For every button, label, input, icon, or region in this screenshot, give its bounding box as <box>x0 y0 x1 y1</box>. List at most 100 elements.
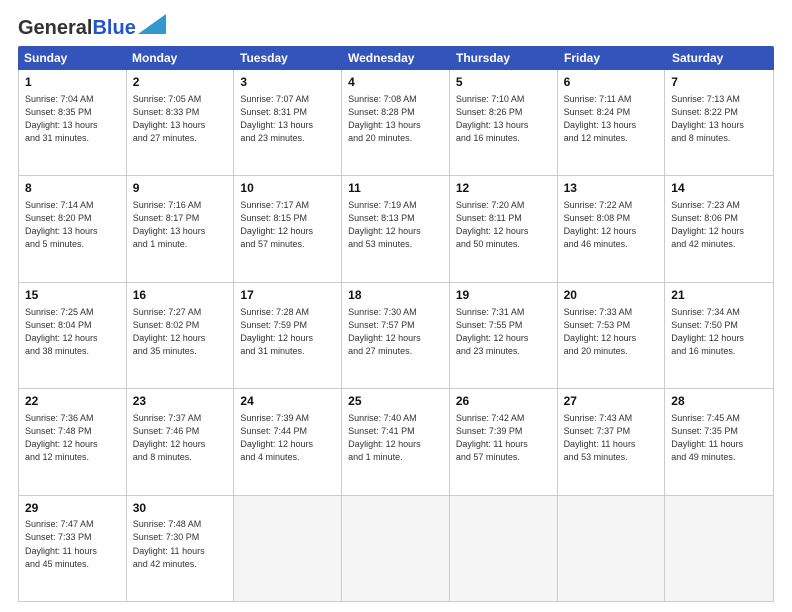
day-number: 12 <box>456 180 551 197</box>
calendar-cell: 27Sunrise: 7:43 AM Sunset: 7:37 PM Dayli… <box>558 389 666 494</box>
day-number: 9 <box>133 180 228 197</box>
day-info: Sunrise: 7:27 AM Sunset: 8:02 PM Dayligh… <box>133 306 228 358</box>
header-wednesday: Wednesday <box>342 46 450 70</box>
day-info: Sunrise: 7:23 AM Sunset: 8:06 PM Dayligh… <box>671 199 767 251</box>
calendar-cell: 14Sunrise: 7:23 AM Sunset: 8:06 PM Dayli… <box>665 176 773 281</box>
calendar-cell: 19Sunrise: 7:31 AM Sunset: 7:55 PM Dayli… <box>450 283 558 388</box>
day-number: 20 <box>564 287 659 304</box>
calendar-cell: 17 Sunrise: 7:28 AM Sunset: 7:59 PM Dayli… <box>234 283 342 388</box>
calendar-cell <box>234 496 342 601</box>
day-info: Sunrise: 7:20 AM Sunset: 8:11 PM Dayligh… <box>456 199 551 251</box>
day-number: 28 <box>671 393 767 410</box>
day-info: Sunrise: 7:31 AM Sunset: 7:55 PM Dayligh… <box>456 306 551 358</box>
day-info: Sunrise: 7:11 AM Sunset: 8:24 PM Dayligh… <box>564 93 659 145</box>
day-number: 22 <box>25 393 120 410</box>
calendar-cell: 16 Sunrise: 7:27 AM Sunset: 8:02 PM Dayli… <box>127 283 235 388</box>
day-info: Sunrise: 7:07 AM Sunset: 8:31 PM Dayligh… <box>240 93 335 145</box>
day-number: 26 <box>456 393 551 410</box>
calendar-cell: 29Sunrise: 7:47 AM Sunset: 7:33 PM Dayli… <box>19 496 127 601</box>
calendar-cell: 5 Sunrise: 7:10 AM Sunset: 8:26 PM Daylig… <box>450 70 558 175</box>
calendar-cell: 21 Sunrise: 7:34 AM Sunset: 7:50 PM Dayli… <box>665 283 773 388</box>
header-friday: Friday <box>558 46 666 70</box>
day-info: Sunrise: 7:33 AM Sunset: 7:53 PM Dayligh… <box>564 306 659 358</box>
calendar-row: 22 Sunrise: 7:36 AM Sunset: 7:48 PM Dayli… <box>19 389 773 495</box>
day-number: 2 <box>133 74 228 91</box>
calendar-row: 29Sunrise: 7:47 AM Sunset: 7:33 PM Dayli… <box>19 496 773 601</box>
day-info: Sunrise: 7:14 AM Sunset: 8:20 PM Dayligh… <box>25 199 120 251</box>
calendar-row: 1 Sunrise: 7:04 AM Sunset: 8:35 PM Daylig… <box>19 70 773 176</box>
day-info: Sunrise: 7:04 AM Sunset: 8:35 PM Dayligh… <box>25 93 120 145</box>
calendar-header: Sunday Monday Tuesday Wednesday Thursday… <box>18 46 774 70</box>
calendar-cell: 18 Sunrise: 7:30 AM Sunset: 7:57 PM Dayli… <box>342 283 450 388</box>
logo-text: GeneralBlue <box>18 18 136 38</box>
calendar-cell: 6 Sunrise: 7:11 AM Sunset: 8:24 PM Daylig… <box>558 70 666 175</box>
calendar-cell: 12 Sunrise: 7:20 AM Sunset: 8:11 PM Dayli… <box>450 176 558 281</box>
page: GeneralBlue Sunday Monday Tuesday Wednes… <box>0 0 792 612</box>
header-sunday: Sunday <box>18 46 126 70</box>
calendar-cell: 8Sunrise: 7:14 AM Sunset: 8:20 PM Daylig… <box>19 176 127 281</box>
day-info: Sunrise: 7:34 AM Sunset: 7:50 PM Dayligh… <box>671 306 767 358</box>
day-number: 17 <box>240 287 335 304</box>
day-number: 21 <box>671 287 767 304</box>
header-tuesday: Tuesday <box>234 46 342 70</box>
day-number: 27 <box>564 393 659 410</box>
calendar-cell: 30Sunrise: 7:48 AM Sunset: 7:30 PM Dayli… <box>127 496 235 601</box>
day-info: Sunrise: 7:37 AM Sunset: 7:46 PM Dayligh… <box>133 412 228 464</box>
day-info: Sunrise: 7:30 AM Sunset: 7:57 PM Dayligh… <box>348 306 443 358</box>
header: GeneralBlue <box>18 18 774 38</box>
calendar-cell: 10 Sunrise: 7:17 AM Sunset: 8:15 PM Dayli… <box>234 176 342 281</box>
day-info: Sunrise: 7:47 AM Sunset: 7:33 PM Dayligh… <box>25 518 120 570</box>
day-info: Sunrise: 7:19 AM Sunset: 8:13 PM Dayligh… <box>348 199 443 251</box>
logo-blue: Blue <box>92 17 135 39</box>
calendar-cell: 15 Sunrise: 7:25 AM Sunset: 8:04 PM Dayli… <box>19 283 127 388</box>
calendar-cell: 28 Sunrise: 7:45 AM Sunset: 7:35 PM Dayli… <box>665 389 773 494</box>
day-info: Sunrise: 7:13 AM Sunset: 8:22 PM Dayligh… <box>671 93 767 145</box>
day-info: Sunrise: 7:16 AM Sunset: 8:17 PM Dayligh… <box>133 199 228 251</box>
calendar-body: 1 Sunrise: 7:04 AM Sunset: 8:35 PM Daylig… <box>18 70 774 602</box>
day-number: 10 <box>240 180 335 197</box>
calendar-cell: 13Sunrise: 7:22 AM Sunset: 8:08 PM Dayli… <box>558 176 666 281</box>
header-monday: Monday <box>126 46 234 70</box>
day-info: Sunrise: 7:17 AM Sunset: 8:15 PM Dayligh… <box>240 199 335 251</box>
day-number: 6 <box>564 74 659 91</box>
day-number: 4 <box>348 74 443 91</box>
calendar-cell: 20 Sunrise: 7:33 AM Sunset: 7:53 PM Dayli… <box>558 283 666 388</box>
day-info: Sunrise: 7:48 AM Sunset: 7:30 PM Dayligh… <box>133 518 228 570</box>
calendar-cell: 7Sunrise: 7:13 AM Sunset: 8:22 PM Daylig… <box>665 70 773 175</box>
day-number: 11 <box>348 180 443 197</box>
calendar-cell: 26 Sunrise: 7:42 AM Sunset: 7:39 PM Dayli… <box>450 389 558 494</box>
day-number: 5 <box>456 74 551 91</box>
header-thursday: Thursday <box>450 46 558 70</box>
day-number: 1 <box>25 74 120 91</box>
calendar-cell: 22 Sunrise: 7:36 AM Sunset: 7:48 PM Dayli… <box>19 389 127 494</box>
calendar-cell: 25Sunrise: 7:40 AM Sunset: 7:41 PM Dayli… <box>342 389 450 494</box>
day-info: Sunrise: 7:05 AM Sunset: 8:33 PM Dayligh… <box>133 93 228 145</box>
calendar-cell: 1 Sunrise: 7:04 AM Sunset: 8:35 PM Daylig… <box>19 70 127 175</box>
calendar-cell: 23 Sunrise: 7:37 AM Sunset: 7:46 PM Dayli… <box>127 389 235 494</box>
calendar-cell: 3Sunrise: 7:07 AM Sunset: 8:31 PM Daylig… <box>234 70 342 175</box>
day-info: Sunrise: 7:22 AM Sunset: 8:08 PM Dayligh… <box>564 199 659 251</box>
day-info: Sunrise: 7:28 AM Sunset: 7:59 PM Dayligh… <box>240 306 335 358</box>
day-info: Sunrise: 7:25 AM Sunset: 8:04 PM Dayligh… <box>25 306 120 358</box>
day-info: Sunrise: 7:42 AM Sunset: 7:39 PM Dayligh… <box>456 412 551 464</box>
calendar-cell: 24Sunrise: 7:39 AM Sunset: 7:44 PM Dayli… <box>234 389 342 494</box>
day-info: Sunrise: 7:39 AM Sunset: 7:44 PM Dayligh… <box>240 412 335 464</box>
day-number: 18 <box>348 287 443 304</box>
day-number: 23 <box>133 393 228 410</box>
day-number: 15 <box>25 287 120 304</box>
calendar-row: 8Sunrise: 7:14 AM Sunset: 8:20 PM Daylig… <box>19 176 773 282</box>
day-info: Sunrise: 7:36 AM Sunset: 7:48 PM Dayligh… <box>25 412 120 464</box>
day-info: Sunrise: 7:45 AM Sunset: 7:35 PM Dayligh… <box>671 412 767 464</box>
day-number: 16 <box>133 287 228 304</box>
calendar-cell: 2 Sunrise: 7:05 AM Sunset: 8:33 PM Daylig… <box>127 70 235 175</box>
calendar: Sunday Monday Tuesday Wednesday Thursday… <box>18 46 774 602</box>
calendar-cell <box>558 496 666 601</box>
day-info: Sunrise: 7:10 AM Sunset: 8:26 PM Dayligh… <box>456 93 551 145</box>
calendar-cell <box>665 496 773 601</box>
logo: GeneralBlue <box>18 18 166 38</box>
calendar-cell: 11 Sunrise: 7:19 AM Sunset: 8:13 PM Dayli… <box>342 176 450 281</box>
logo-icon <box>138 14 166 34</box>
day-info: Sunrise: 7:08 AM Sunset: 8:28 PM Dayligh… <box>348 93 443 145</box>
day-info: Sunrise: 7:40 AM Sunset: 7:41 PM Dayligh… <box>348 412 443 464</box>
logo-general: General <box>18 17 92 39</box>
